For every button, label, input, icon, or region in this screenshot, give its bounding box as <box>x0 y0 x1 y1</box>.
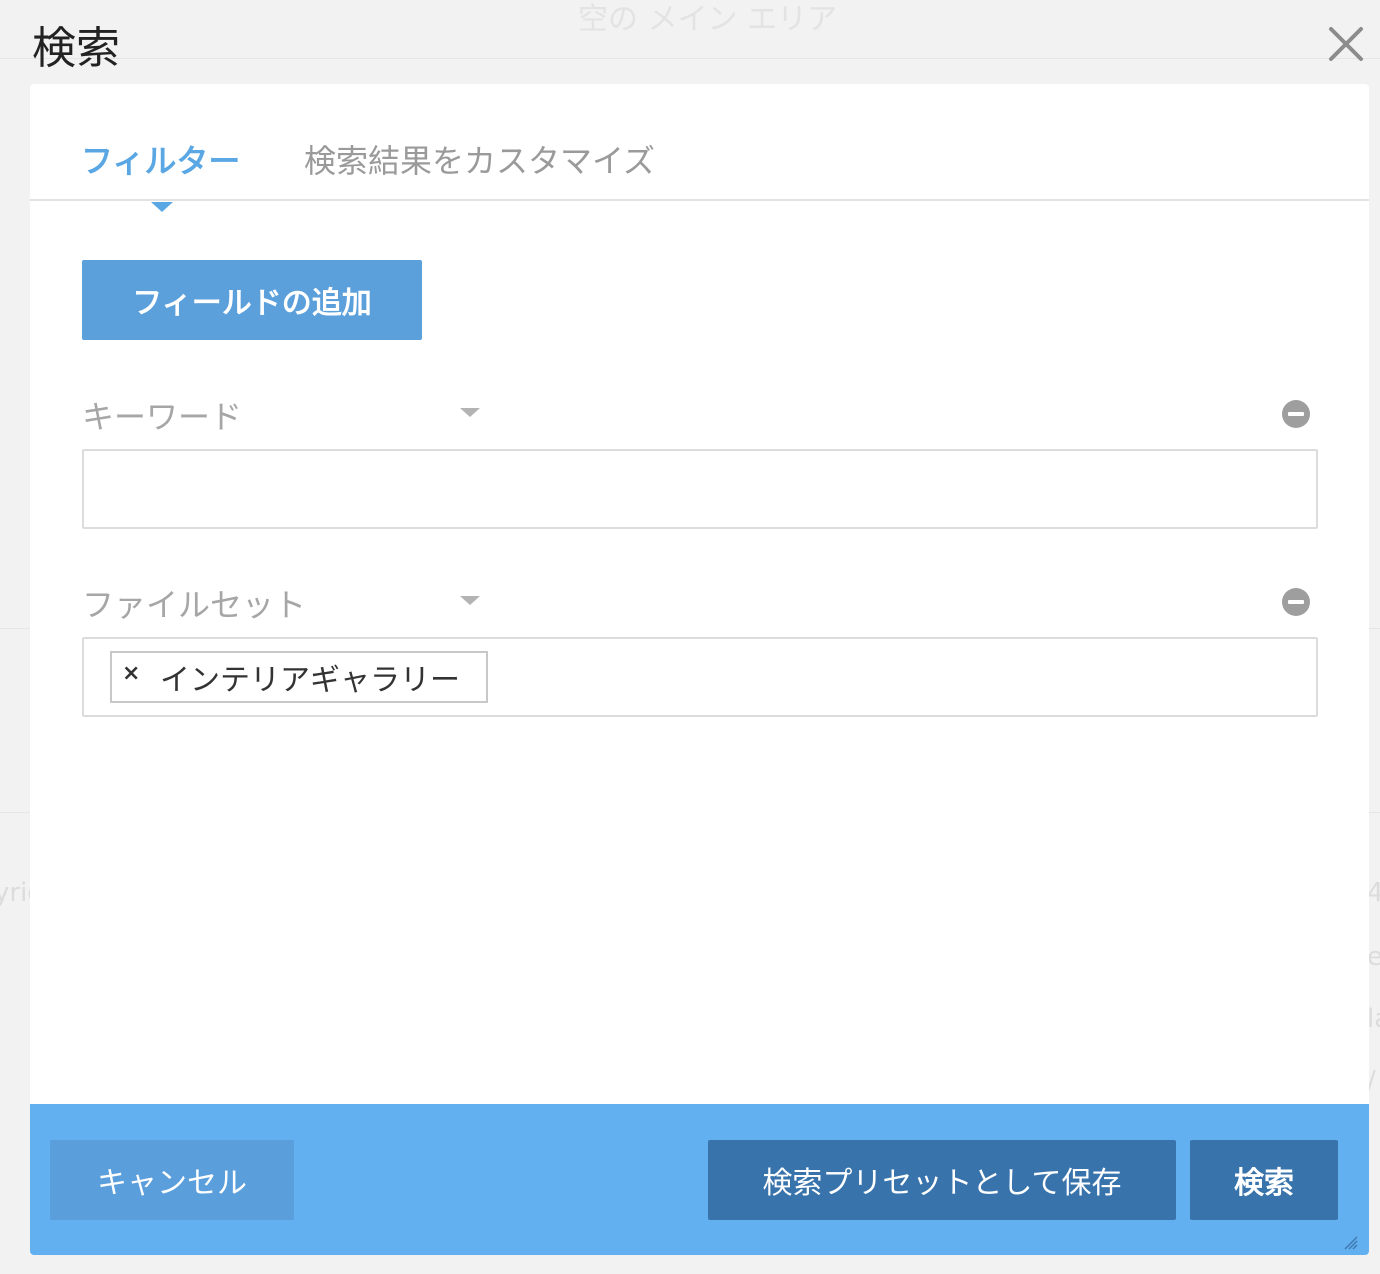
search-button[interactable]: 検索 <box>1190 1140 1338 1220</box>
close-button[interactable] <box>1324 22 1368 66</box>
keyword-field-label: キーワード <box>82 398 243 436</box>
dialog-title: 検索 <box>32 23 120 74</box>
tab-customize-results[interactable]: 検索結果をカスタマイズ <box>304 136 655 182</box>
background-divider <box>0 58 1380 59</box>
tab-bar: フィルター 検索結果をカスタマイズ <box>30 84 1369 201</box>
cancel-button[interactable]: キャンセル <box>50 1140 294 1220</box>
remove-fileset-field-icon[interactable] <box>1282 588 1310 616</box>
close-icon <box>1329 27 1363 61</box>
fileset-chip: × インテリアギャラリー <box>110 651 488 703</box>
remove-keyword-field-icon[interactable] <box>1282 400 1310 428</box>
dialog-footer: キャンセル 検索プリセットとして保存 検索 <box>30 1104 1369 1255</box>
resize-handle-icon[interactable] <box>1342 1234 1358 1250</box>
save-search-preset-button[interactable]: 検索プリセットとして保存 <box>708 1140 1176 1220</box>
tab-filter[interactable]: フィルター <box>81 136 240 182</box>
fileset-field-label: ファイルセット <box>82 586 307 624</box>
background-title: 空の メイン エリア <box>578 2 838 37</box>
keyword-field-dropdown-icon[interactable] <box>460 408 480 417</box>
active-tab-indicator-icon <box>151 202 173 212</box>
fileset-field-dropdown-icon[interactable] <box>460 596 480 605</box>
search-dialog-panel: フィルター 検索結果をカスタマイズ フィールドの追加 キーワード ファイルセット… <box>30 84 1369 1255</box>
chip-label: インテリアギャラリー <box>160 663 460 698</box>
keyword-input[interactable] <box>84 451 1314 525</box>
add-field-button[interactable]: フィールドの追加 <box>82 260 422 340</box>
chip-remove-icon[interactable]: × <box>122 661 140 686</box>
